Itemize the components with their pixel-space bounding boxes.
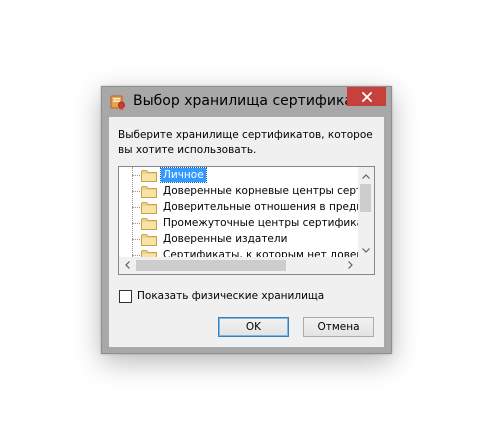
dialog-content: Выберите хранилище сертификатов, которое…: [109, 117, 384, 347]
tree-item-label: Доверенные корневые центры сертификации: [163, 185, 358, 197]
chevron-up-icon: [362, 169, 370, 182]
cancel-button[interactable]: Отмена: [303, 317, 374, 337]
tree-list: Личное Доверенные корневые центры сертиф…: [119, 167, 358, 257]
certificate-app-icon: [110, 94, 126, 110]
horizontal-scroll-thumb[interactable]: [136, 260, 286, 271]
tree-item-label: Доверительные отношения в предприятии: [163, 201, 358, 213]
chevron-left-icon: [124, 259, 130, 272]
dialog-title: Выбор хранилища сертификата: [133, 93, 370, 109]
folder-icon: [141, 249, 157, 257]
folder-icon: [141, 185, 157, 198]
tree-item-enterprise-trust[interactable]: Доверительные отношения в предприятии: [119, 199, 358, 215]
vertical-scrollbar[interactable]: [358, 167, 374, 257]
chevron-down-icon: [362, 243, 370, 256]
tree-item-label: Промежуточные центры сертификации: [163, 217, 358, 229]
folder-icon: [141, 169, 157, 182]
tree-connector: [132, 255, 140, 256]
tree-item-intermediate[interactable]: Промежуточные центры сертификации: [119, 215, 358, 231]
show-physical-stores-option[interactable]: Показать физические хранилища: [119, 289, 324, 303]
tree-connector: [132, 207, 140, 208]
tree-item-personal[interactable]: Личное: [119, 167, 358, 183]
ok-button[interactable]: OK: [218, 317, 289, 337]
dialog-titlebar[interactable]: Выбор хранилища сертификата: [102, 87, 391, 117]
tree-item-trusted-publishers[interactable]: Доверенные издатели: [119, 231, 358, 247]
select-certificate-store-dialog: Выбор хранилища сертификата Выберите хра…: [101, 86, 392, 354]
close-button[interactable]: [347, 87, 386, 106]
tree-item-untrusted[interactable]: Сертификаты, к которым нет доверия: [119, 247, 358, 257]
folder-icon: [141, 201, 157, 214]
folder-icon: [141, 217, 157, 230]
tree-item-label: Сертификаты, к которым нет доверия: [163, 249, 358, 257]
vertical-scroll-thumb[interactable]: [360, 184, 371, 212]
scroll-left-button[interactable]: [119, 257, 135, 274]
dialog-prompt: Выберите хранилище сертификатов, которое…: [118, 129, 373, 156]
certificate-store-tree[interactable]: Личное Доверенные корневые центры сертиф…: [118, 166, 375, 275]
tree-item-label: Личное: [160, 167, 207, 183]
scroll-up-button[interactable]: [358, 167, 374, 183]
folder-icon: [141, 233, 157, 246]
scroll-right-button[interactable]: [342, 257, 358, 274]
tree-connector: [132, 175, 140, 176]
scrollbar-corner: [358, 257, 374, 274]
chevron-right-icon: [347, 259, 353, 272]
tree-item-label: Доверенные издатели: [163, 233, 288, 245]
show-physical-stores-label[interactable]: Показать физические хранилища: [137, 290, 324, 302]
horizontal-scrollbar[interactable]: [119, 257, 358, 274]
scroll-down-button[interactable]: [358, 241, 374, 257]
tree-connector: [132, 239, 140, 240]
tree-connector: [132, 223, 140, 224]
close-icon: [361, 91, 372, 102]
tree-connector: [132, 191, 140, 192]
show-physical-stores-checkbox[interactable]: [119, 289, 132, 303]
tree-item-trusted-root[interactable]: Доверенные корневые центры сертификации: [119, 183, 358, 199]
